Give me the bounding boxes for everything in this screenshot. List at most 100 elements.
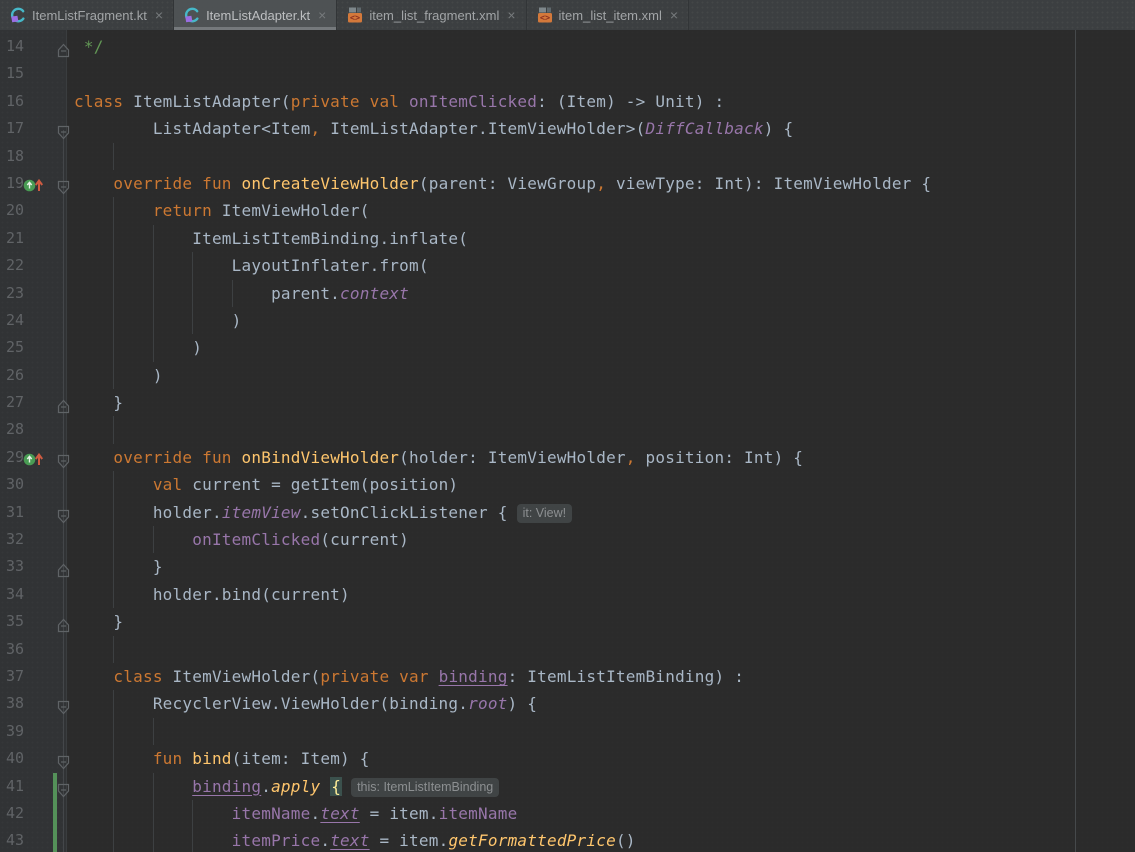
- tab-close-icon[interactable]: ×: [507, 8, 515, 22]
- code-text[interactable]: val current = getItem(position): [74, 471, 458, 498]
- line-number: 16: [6, 91, 25, 110]
- tab-label: ItemListFragment.kt: [32, 7, 147, 23]
- kotlin-file-icon: [185, 7, 199, 23]
- line-number: 39: [6, 721, 25, 740]
- code-text[interactable]: itemPrice.text = item.getFormattedPrice(…: [74, 827, 636, 852]
- editor-line-35: 35 }: [0, 608, 1135, 635]
- code-text[interactable]: class ItemViewHolder(private var binding…: [74, 663, 744, 690]
- fold-marker-down-icon[interactable]: [56, 783, 71, 798]
- line-number: 41: [6, 776, 25, 795]
- line-number: 32: [6, 530, 25, 549]
- editor-line-41: 41 binding.apply {this: ItemListItemBind…: [0, 772, 1135, 800]
- editor-line-24: 24 ): [0, 306, 1135, 335]
- tab-ItemListFragment-kt[interactable]: ItemListFragment.kt ×: [0, 0, 175, 30]
- editor-line-30: 30 val current = getItem(position): [0, 471, 1135, 499]
- line-number: 38: [6, 694, 25, 713]
- code-text[interactable]: ListAdapter<Item, ItemListAdapter.ItemVi…: [74, 115, 793, 142]
- editor-line-19: 19 override fun onCreateViewHolder(paren…: [0, 170, 1135, 197]
- fold-marker-down-icon[interactable]: [56, 454, 71, 469]
- line-number: 14: [6, 37, 25, 55]
- code-text[interactable]: }: [74, 608, 123, 635]
- editor-line-15: 15: [0, 60, 1135, 87]
- code-text[interactable]: fun bind(item: Item) {: [74, 745, 370, 772]
- xml-file-icon: <>: [348, 7, 363, 23]
- code-text[interactable]: parent.context: [74, 280, 409, 307]
- line-number: 33: [6, 557, 25, 576]
- fold-marker-up-icon[interactable]: [56, 399, 71, 414]
- line-number: 23: [6, 283, 25, 302]
- line-number: 27: [6, 393, 25, 412]
- tab-close-icon[interactable]: ×: [318, 8, 326, 22]
- tab-item_list_fragment-xml[interactable]: <> item_list_fragment.xml ×: [337, 0, 527, 30]
- indent-guide: [113, 635, 115, 663]
- fold-marker-down-icon[interactable]: [56, 509, 71, 524]
- code-text[interactable]: ): [74, 362, 163, 389]
- editor-line-26: 26 ): [0, 361, 1135, 390]
- line-number: 35: [6, 612, 25, 631]
- code-text[interactable]: ItemListItemBinding.inflate(: [74, 225, 468, 252]
- code-text[interactable]: binding.apply {this: ItemListItemBinding: [74, 773, 500, 800]
- code-area[interactable]: 14 */ 15 16 class ItemListAdapter(private v…: [0, 33, 1135, 852]
- inlay-hint: this: ItemListItemBinding: [351, 777, 500, 797]
- editor-line-18: 18: [0, 142, 1135, 170]
- fold-marker-down-icon[interactable]: [56, 180, 71, 195]
- editor[interactable]: 14 */ 15 16 class ItemListAdapter(private v…: [0, 30, 1135, 852]
- kotlin-file-icon: [10, 7, 25, 23]
- code-text[interactable]: class ItemListAdapter(private val onItem…: [74, 88, 724, 115]
- fold-marker-up-icon[interactable]: [56, 43, 71, 58]
- editor-line-40: 40 fun bind(item: Item) {: [0, 745, 1135, 773]
- indent-guide: [113, 142, 115, 170]
- code-text[interactable]: RecyclerView.ViewHolder(binding.root) {: [74, 690, 537, 717]
- tab-label: ItemListAdapter.kt: [206, 7, 311, 23]
- line-number: 24: [6, 310, 25, 329]
- line-number: 31: [6, 502, 25, 521]
- vcs-change-bar[interactable]: [53, 799, 57, 828]
- editor-line-37: 37 class ItemViewHolder(private var bind…: [0, 663, 1135, 690]
- code-text[interactable]: override fun onCreateViewHolder(parent: …: [74, 170, 931, 197]
- code-text[interactable]: holder.itemView.setOnClickListener {it: …: [74, 499, 573, 526]
- line-number: 36: [6, 639, 25, 658]
- code-text[interactable]: */: [74, 33, 104, 60]
- vcs-change-bar[interactable]: [53, 827, 57, 852]
- fold-marker-up-icon[interactable]: [56, 563, 71, 578]
- line-number: 25: [6, 338, 25, 357]
- code-text[interactable]: LayoutInflater.from(: [74, 252, 429, 279]
- editor-line-39: 39: [0, 717, 1135, 746]
- code-text[interactable]: ): [74, 307, 242, 334]
- editor-line-20: 20 return ItemViewHolder(: [0, 197, 1135, 225]
- fold-marker-up-icon[interactable]: [56, 618, 71, 633]
- override-method-gutter-icon[interactable]: [23, 451, 45, 468]
- editor-line-17: 17 ListAdapter<Item, ItemListAdapter.Ite…: [0, 115, 1135, 142]
- editor-line-16: 16 class ItemListAdapter(private val onIt…: [0, 88, 1135, 115]
- editor-line-31: 31 holder.itemView.setOnClickListener {i…: [0, 498, 1135, 527]
- line-number: 43: [6, 831, 25, 850]
- line-number: 30: [6, 475, 25, 494]
- code-text[interactable]: }: [74, 389, 123, 416]
- code-text[interactable]: holder.bind(current): [74, 581, 350, 608]
- editor-line-27: 27 }: [0, 389, 1135, 416]
- editor-line-22: 22 LayoutInflater.from(: [0, 252, 1135, 280]
- tab-ItemListAdapter-kt[interactable]: ItemListAdapter.kt ×: [174, 0, 338, 30]
- tab-close-icon[interactable]: ×: [155, 8, 163, 22]
- editor-line-34: 34 holder.bind(current): [0, 580, 1135, 609]
- line-number: 26: [6, 365, 25, 384]
- fold-marker-down-icon[interactable]: [56, 755, 71, 770]
- override-method-gutter-icon[interactable]: [23, 177, 45, 194]
- code-text[interactable]: onItemClicked(current): [74, 526, 409, 553]
- code-text[interactable]: return ItemViewHolder(: [74, 197, 370, 224]
- tab-close-icon[interactable]: ×: [670, 8, 678, 22]
- svg-text:<>: <>: [350, 13, 360, 23]
- fold-marker-down-icon[interactable]: [56, 125, 71, 140]
- editor-line-29: 29 override fun onBindViewHolder(holder:…: [0, 444, 1135, 471]
- xml-file-icon: <>: [537, 7, 552, 23]
- tab-bar: ItemListFragment.kt × ItemListAdapter.kt × <…: [0, 0, 1135, 30]
- fold-marker-down-icon[interactable]: [56, 700, 71, 715]
- code-text[interactable]: itemName.text = item.itemName: [74, 800, 518, 827]
- code-text[interactable]: ): [74, 334, 202, 361]
- tab-item_list_item-xml[interactable]: <> item_list_item.xml ×: [527, 0, 690, 30]
- code-text[interactable]: }: [74, 553, 163, 580]
- line-number: 29: [6, 447, 25, 466]
- line-number: 22: [6, 256, 25, 275]
- code-text[interactable]: override fun onBindViewHolder(holder: It…: [74, 444, 803, 471]
- line-number: 42: [6, 803, 25, 822]
